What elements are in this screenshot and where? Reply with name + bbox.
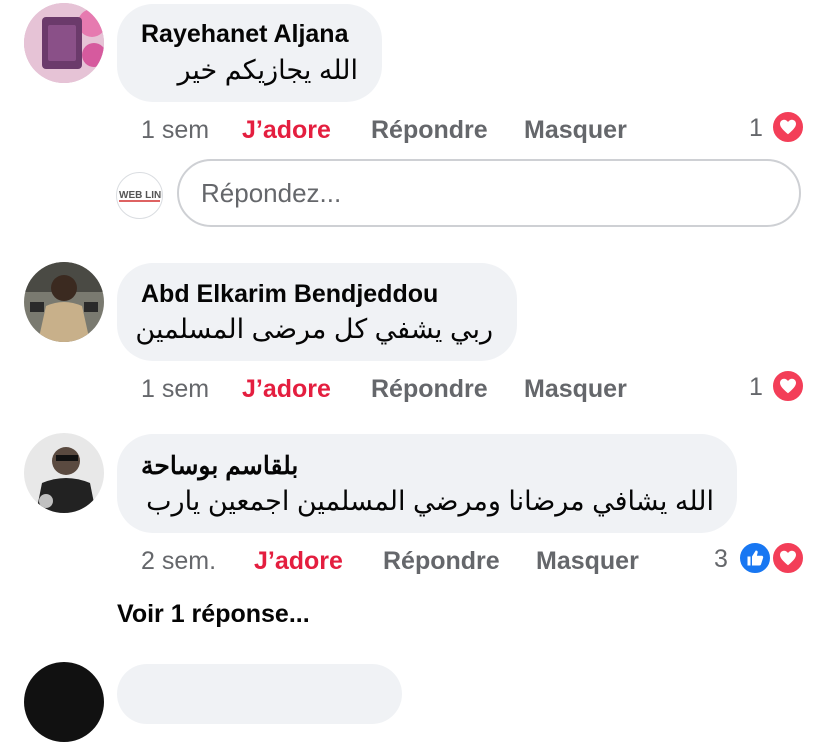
avatar-image bbox=[24, 3, 104, 83]
like-button[interactable]: J’adore bbox=[254, 547, 343, 576]
comment-bubble bbox=[117, 263, 517, 361]
hide-button[interactable]: Masquer bbox=[536, 547, 639, 576]
comment-author[interactable]: Abd Elkarim Bendjeddou bbox=[141, 280, 438, 309]
heart-icon[interactable] bbox=[771, 369, 805, 403]
comment-bubble bbox=[117, 434, 737, 533]
comment-author[interactable]: Rayehanet Aljana bbox=[141, 20, 348, 49]
hide-button[interactable]: Masquer bbox=[524, 116, 627, 145]
comment-time[interactable]: 2 sem. bbox=[141, 547, 216, 576]
reply-button[interactable]: Répondre bbox=[371, 116, 488, 145]
webline-logo-icon: WEB LINE bbox=[119, 190, 162, 202]
comment-time[interactable]: 1 sem bbox=[141, 116, 209, 145]
avatar-image bbox=[24, 262, 104, 342]
like-button[interactable]: J’adore bbox=[242, 116, 331, 145]
avatar[interactable] bbox=[24, 662, 104, 742]
comment-text: الله يجازيكم خير bbox=[177, 55, 358, 85]
heart-icon[interactable] bbox=[771, 541, 805, 575]
like-button[interactable]: J’adore bbox=[242, 375, 331, 404]
avatar[interactable] bbox=[24, 262, 104, 342]
reaction-count[interactable]: 1 bbox=[749, 114, 763, 143]
thumbs-up-icon[interactable] bbox=[738, 541, 772, 575]
reaction-count[interactable]: 1 bbox=[749, 373, 763, 402]
reaction-count[interactable]: 3 bbox=[714, 545, 728, 574]
avatar-image bbox=[24, 433, 104, 513]
reply-button[interactable]: Répondre bbox=[371, 375, 488, 404]
avatar[interactable] bbox=[24, 3, 104, 83]
heart-icon[interactable] bbox=[771, 110, 805, 144]
avatar[interactable] bbox=[24, 433, 104, 513]
reply-placeholder: Répondez... bbox=[201, 177, 342, 208]
comment-text: الله يشافي مرضانا ومرضي المسلمين اجمعين … bbox=[146, 486, 714, 516]
svg-text:WEB LINE: WEB LINE bbox=[119, 190, 162, 201]
view-replies-link[interactable]: Voir 1 réponse... bbox=[117, 600, 310, 629]
comment-time[interactable]: 1 sem bbox=[141, 375, 209, 404]
hide-button[interactable]: Masquer bbox=[524, 375, 627, 404]
reply-button[interactable]: Répondre bbox=[383, 547, 500, 576]
comment-bubble bbox=[117, 4, 382, 102]
comment-bubble bbox=[117, 664, 402, 724]
comment-author[interactable]: بلقاسم بوساحة bbox=[141, 451, 306, 481]
reply-avatar: WEB LINE bbox=[116, 172, 163, 219]
comment-text: ربي يشفي كل مرضى المسلمين bbox=[135, 314, 493, 344]
reply-input[interactable]: Répondez... bbox=[177, 159, 801, 227]
